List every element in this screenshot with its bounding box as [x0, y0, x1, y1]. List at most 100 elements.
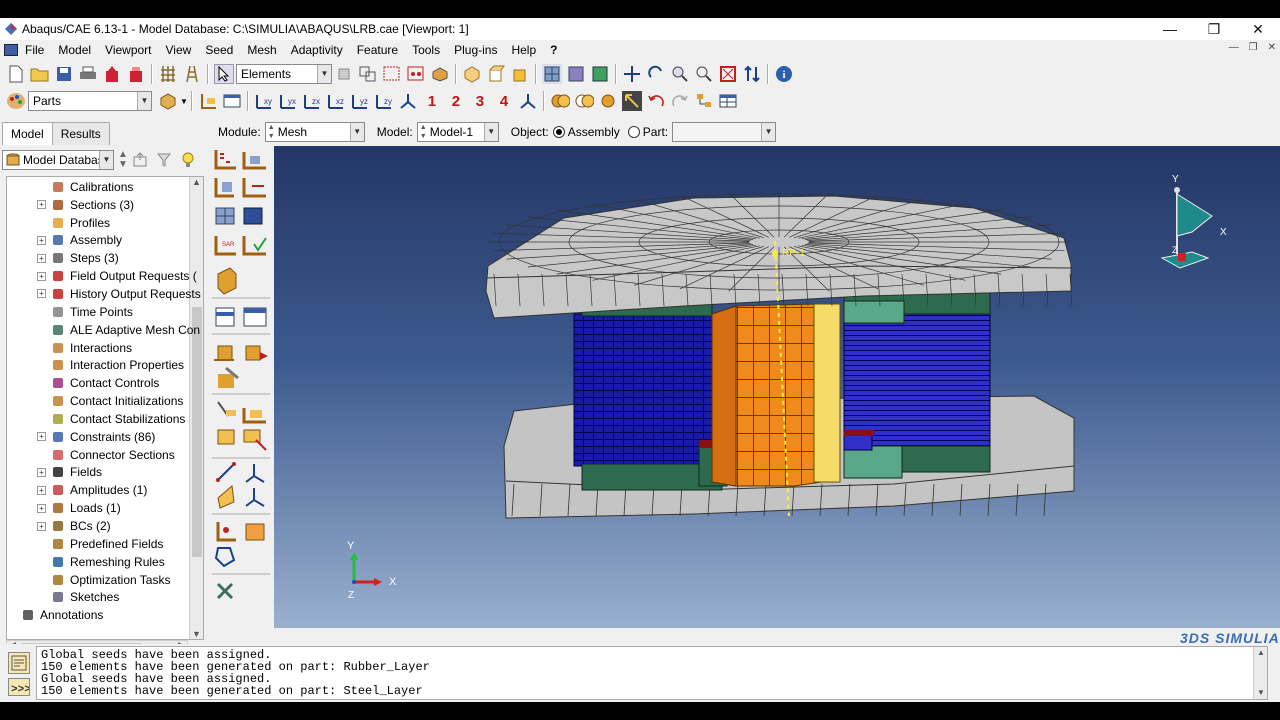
- expand-icon[interactable]: +: [37, 503, 46, 513]
- close-button[interactable]: ✕: [1236, 18, 1280, 40]
- expand-icon[interactable]: +: [37, 467, 46, 477]
- tree-item[interactable]: Sketches: [37, 589, 119, 607]
- view-1-button[interactable]: 1: [422, 93, 442, 110]
- view-iso-icon[interactable]: [398, 91, 418, 111]
- minimize-button[interactable]: —: [1148, 18, 1192, 40]
- tree-item[interactable]: Contact Controls: [37, 374, 159, 392]
- check-mesh-icon[interactable]: [242, 236, 267, 256]
- datum-point-icon[interactable]: [216, 462, 236, 482]
- iso-view-icon[interactable]: [462, 64, 482, 84]
- rotate-icon[interactable]: [646, 64, 666, 84]
- python-prompt-icon[interactable]: >>>: [8, 678, 31, 696]
- mdi-restore-icon[interactable]: ❐: [1249, 42, 1258, 53]
- tree-item[interactable]: + Amplitudes (1): [37, 481, 147, 499]
- tree-item[interactable]: + BCs (2): [37, 517, 111, 535]
- expand-icon[interactable]: +: [37, 432, 46, 442]
- pan-icon[interactable]: [622, 64, 642, 84]
- table-window-icon[interactable]: [718, 91, 738, 111]
- mesh-query-icon[interactable]: [243, 307, 267, 327]
- datum-plane-icon[interactable]: [217, 485, 235, 509]
- tree-item[interactable]: Contact Stabilizations: [37, 410, 185, 428]
- chevron-down-icon[interactable]: ▼: [483, 123, 498, 141]
- tree-vertical-scrollbar[interactable]: ▲ ▼: [189, 177, 203, 639]
- model-combo[interactable]: ▲ ▼ Model-1 ▼: [416, 122, 499, 142]
- model-database-combo[interactable]: Model Database ▼: [2, 150, 114, 170]
- module-combo[interactable]: ▲ ▼ Mesh ▼: [264, 122, 365, 142]
- reference-point-marker[interactable]: [772, 251, 778, 257]
- info-icon[interactable]: i: [774, 64, 794, 84]
- new-file-icon[interactable]: [6, 64, 26, 84]
- import-icon[interactable]: [126, 64, 146, 84]
- expand-icon[interactable]: +: [37, 289, 46, 299]
- tree-item[interactable]: Profiles: [37, 214, 110, 232]
- datum-axis-icon[interactable]: [245, 464, 265, 483]
- expand-icon[interactable]: +: [37, 485, 46, 495]
- document-menu-icon[interactable]: [4, 44, 18, 56]
- mdi-close-icon[interactable]: ✕: [1268, 42, 1276, 53]
- print-icon[interactable]: [78, 64, 98, 84]
- mesh-grid-icon[interactable]: [158, 64, 178, 84]
- view-axes-icon[interactable]: [518, 91, 538, 111]
- partition-face-icon[interactable]: [217, 429, 235, 445]
- menu-model[interactable]: Model: [51, 43, 98, 57]
- expand-icon[interactable]: +: [37, 200, 46, 210]
- ladder-icon[interactable]: [182, 64, 202, 84]
- select-into-icon[interactable]: [358, 64, 378, 84]
- chevron-down-icon[interactable]: ▼: [317, 65, 331, 83]
- verify-mesh-icon[interactable]: SAR: [214, 236, 236, 256]
- menu-view[interactable]: View: [159, 43, 199, 57]
- tree-item[interactable]: Predefined Fields: [37, 535, 163, 553]
- drag-select-rect-icon[interactable]: [382, 64, 402, 84]
- cycle-views-icon[interactable]: [742, 64, 762, 84]
- expand-icon[interactable]: +: [37, 521, 46, 531]
- menu-file[interactable]: File: [18, 43, 51, 57]
- mesh-part-icon[interactable]: [215, 207, 235, 225]
- tree-item[interactable]: Interactions: [37, 339, 132, 357]
- mesh-controls-icon[interactable]: [214, 178, 234, 198]
- chevron-down-icon[interactable]: ▼: [99, 151, 113, 169]
- menu-viewport[interactable]: Viewport: [98, 43, 158, 57]
- partition-cell-icon[interactable]: [243, 429, 267, 451]
- repair-geometry-icon[interactable]: [245, 523, 265, 541]
- view-xy-icon[interactable]: xy: [254, 91, 274, 111]
- tree-item[interactable]: + History Output Requests: [37, 285, 201, 303]
- render-hidden-icon[interactable]: [566, 64, 586, 84]
- tree-item[interactable]: Calibrations: [37, 178, 133, 196]
- view-2-button[interactable]: 2: [446, 93, 466, 110]
- tree-item[interactable]: + Field Output Requests (: [37, 267, 197, 285]
- tree-item[interactable]: + Sections (3): [37, 196, 134, 214]
- assembly-radio[interactable]: [552, 126, 565, 138]
- select-feature-icon[interactable]: [217, 401, 236, 417]
- open-folder-icon[interactable]: [30, 64, 50, 84]
- create-bottom-up-icon[interactable]: [214, 345, 234, 361]
- tree-item[interactable]: Time Points: [37, 303, 133, 321]
- parts-combo[interactable]: Parts ▼: [28, 91, 152, 111]
- lightbulb-icon[interactable]: [178, 150, 198, 170]
- box-zoom-icon[interactable]: [694, 64, 714, 84]
- assign-stack-icon[interactable]: [217, 267, 237, 295]
- menu-seed[interactable]: Seed: [198, 43, 240, 57]
- sphere-icon[interactable]: [598, 91, 618, 111]
- expand-icon[interactable]: +: [37, 253, 46, 263]
- virtual-topology-icon[interactable]: [216, 522, 236, 542]
- mesh-region-icon[interactable]: [243, 207, 263, 225]
- move-up-down-icon[interactable]: ▲ ▼: [118, 150, 128, 170]
- tree-item[interactable]: + Loads (1): [37, 499, 121, 517]
- front-view-icon[interactable]: [486, 64, 506, 84]
- tree-item[interactable]: Annotations: [7, 606, 103, 624]
- select-option-icon[interactable]: [334, 64, 354, 84]
- undo-icon[interactable]: [646, 91, 666, 111]
- view-4-button[interactable]: 4: [494, 93, 514, 110]
- expand-icon[interactable]: +: [37, 235, 46, 245]
- tools-icon[interactable]: [216, 582, 234, 600]
- view-yz-icon[interactable]: yz: [350, 91, 370, 111]
- seed-edge-icon[interactable]: [242, 152, 266, 170]
- menu-mesh[interactable]: Mesh: [240, 43, 283, 57]
- message-icon[interactable]: [8, 652, 30, 674]
- view-3-button[interactable]: 3: [470, 93, 490, 110]
- view-zy-icon[interactable]: zy: [374, 91, 394, 111]
- datum-csys-icon[interactable]: [198, 91, 218, 111]
- mdi-minimize-icon[interactable]: —: [1229, 42, 1239, 53]
- view-yx-icon[interactable]: yx: [278, 91, 298, 111]
- save-icon[interactable]: [54, 64, 74, 84]
